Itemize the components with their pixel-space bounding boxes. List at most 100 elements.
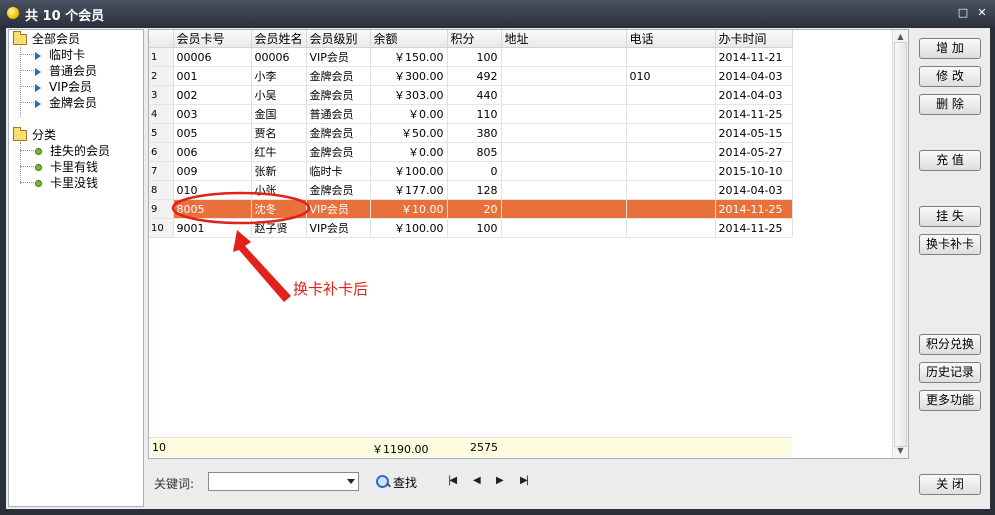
tree-item-level[interactable]: 金牌会员: [35, 95, 97, 111]
cell-level[interactable]: 金牌会员: [306, 123, 371, 143]
cell-addr[interactable]: [501, 85, 627, 105]
cell-pts[interactable]: 100: [447, 47, 502, 67]
cell-name[interactable]: 金国: [251, 104, 307, 124]
cell-pts[interactable]: 100: [447, 218, 502, 238]
cell-bal[interactable]: ￥50.00: [370, 123, 448, 143]
cell-tel[interactable]: [626, 180, 716, 200]
cell-tel[interactable]: [626, 199, 716, 219]
scroll-down-icon[interactable]: ▼: [895, 446, 906, 456]
add-button[interactable]: 增 加: [919, 38, 981, 59]
cell-tel[interactable]: [626, 47, 716, 67]
column-header[interactable]: 余额: [370, 30, 448, 48]
cell-tel[interactable]: [626, 85, 716, 105]
cell-level[interactable]: 金牌会员: [306, 66, 371, 86]
delete-button[interactable]: 删 除: [919, 94, 981, 115]
cell-addr[interactable]: [501, 47, 627, 67]
cell-date[interactable]: 2014-05-27: [715, 142, 793, 162]
tree-item-level[interactable]: 普通会员: [35, 63, 97, 79]
column-header[interactable]: 会员级别: [306, 30, 371, 48]
cell-date[interactable]: 2014-04-03: [715, 66, 793, 86]
replace-card-button[interactable]: 换卡补卡: [919, 234, 981, 255]
cell-pts[interactable]: 128: [447, 180, 502, 200]
cell-name[interactable]: 红牛: [251, 142, 307, 162]
maximize-icon[interactable]: □: [957, 7, 969, 19]
cell-pts[interactable]: 440: [447, 85, 502, 105]
cell-bal[interactable]: ￥0.00: [370, 104, 448, 124]
cell-addr[interactable]: [501, 161, 627, 181]
table-row[interactable]: 3 002 小吴 金牌会员 ￥303.00 440 2014-04-03: [149, 85, 793, 105]
cell-date[interactable]: 2014-11-21: [715, 47, 793, 67]
points-exchange-button[interactable]: 积分兑换: [919, 334, 981, 355]
cell-level[interactable]: 金牌会员: [306, 142, 371, 162]
cell-level[interactable]: 临时卡: [306, 161, 371, 181]
edit-button[interactable]: 修 改: [919, 66, 981, 87]
cell-level[interactable]: 金牌会员: [306, 85, 371, 105]
cell-card[interactable]: 005: [173, 123, 252, 143]
cell-pts[interactable]: 805: [447, 142, 502, 162]
cell-addr[interactable]: [501, 104, 627, 124]
table-row[interactable]: 4 003 金国 普通会员 ￥0.00 110 2014-11-25: [149, 104, 793, 124]
cell-tel[interactable]: [626, 218, 716, 238]
cell-name[interactable]: 00006: [251, 47, 307, 67]
cell-card[interactable]: 006: [173, 142, 252, 162]
cell-bal[interactable]: ￥303.00: [370, 85, 448, 105]
cell-bal[interactable]: ￥300.00: [370, 66, 448, 86]
table-row[interactable]: 5 005 贾名 金牌会员 ￥50.00 380 2014-05-15: [149, 123, 793, 143]
column-header[interactable]: 会员姓名: [251, 30, 307, 48]
cell-addr[interactable]: [501, 142, 627, 162]
more-functions-button[interactable]: 更多功能: [919, 390, 981, 411]
cell-date[interactable]: 2015-10-10: [715, 161, 793, 181]
chevron-down-icon[interactable]: [347, 479, 355, 484]
cell-pts[interactable]: 380: [447, 123, 502, 143]
cell-bal[interactable]: ￥0.00: [370, 142, 448, 162]
cell-addr[interactable]: [501, 199, 627, 219]
cell-tel[interactable]: 010: [626, 66, 716, 86]
column-header[interactable]: 电话: [626, 30, 716, 48]
table-row[interactable]: 7 009 张新 临时卡 ￥100.00 0 2015-10-10: [149, 161, 793, 181]
tree-item-cat[interactable]: 挂失的会员: [35, 143, 110, 159]
cell-card[interactable]: 001: [173, 66, 252, 86]
cell-addr[interactable]: [501, 123, 627, 143]
cell-card[interactable]: 002: [173, 85, 252, 105]
keyword-input[interactable]: [208, 472, 359, 491]
cell-date[interactable]: 2014-11-25: [715, 104, 793, 124]
close-icon[interactable]: ✕: [976, 7, 988, 19]
tree-item-all-members[interactable]: 全部会员: [13, 31, 80, 47]
cell-bal[interactable]: ￥100.00: [370, 161, 448, 181]
first-page-icon[interactable]: |◀: [448, 475, 457, 486]
cell-date[interactable]: 2014-11-25: [715, 218, 793, 238]
last-page-icon[interactable]: ▶|: [520, 475, 529, 486]
recharge-button[interactable]: 充 值: [919, 150, 981, 171]
history-button[interactable]: 历史记录: [919, 362, 981, 383]
cell-tel[interactable]: [626, 142, 716, 162]
cell-tel[interactable]: [626, 161, 716, 181]
cell-pts[interactable]: 20: [447, 199, 502, 219]
column-header[interactable]: 会员卡号: [173, 30, 252, 48]
table-row[interactable]: 2 001 小李 金牌会员 ￥300.00 492 010 2014-04-03: [149, 66, 793, 86]
tree-item-level[interactable]: VIP会员: [35, 79, 92, 95]
tree-item-level[interactable]: 临时卡: [35, 47, 85, 63]
cell-date[interactable]: 2014-11-25: [715, 199, 793, 219]
table-row[interactable]: 1 00006 00006 VIP会员 ￥150.00 100 2014-11-21: [149, 47, 793, 67]
cell-date[interactable]: 2014-04-03: [715, 180, 793, 200]
cell-level[interactable]: 普通会员: [306, 104, 371, 124]
tree-item-category[interactable]: 分类: [13, 127, 56, 143]
cell-pts[interactable]: 0: [447, 161, 502, 181]
cell-date[interactable]: 2014-05-15: [715, 123, 793, 143]
cell-date[interactable]: 2014-04-03: [715, 85, 793, 105]
cell-addr[interactable]: [501, 66, 627, 86]
cell-name[interactable]: 小吴: [251, 85, 307, 105]
cell-addr[interactable]: [501, 218, 627, 238]
cell-addr[interactable]: [501, 180, 627, 200]
close-button[interactable]: 关 闭: [919, 474, 981, 495]
cell-level[interactable]: VIP会员: [306, 47, 371, 67]
prev-page-icon[interactable]: ◀: [473, 475, 481, 486]
grid-scrollbar[interactable]: ▲ ▼: [892, 30, 908, 458]
find-button[interactable]: 查找: [376, 472, 417, 492]
column-header[interactable]: 积分: [447, 30, 502, 48]
cell-card[interactable]: 009: [173, 161, 252, 181]
cell-pts[interactable]: 110: [447, 104, 502, 124]
scroll-up-icon[interactable]: ▲: [895, 32, 906, 42]
tree-item-cat[interactable]: 卡里有钱: [35, 159, 98, 175]
cell-card[interactable]: 00006: [173, 47, 252, 67]
